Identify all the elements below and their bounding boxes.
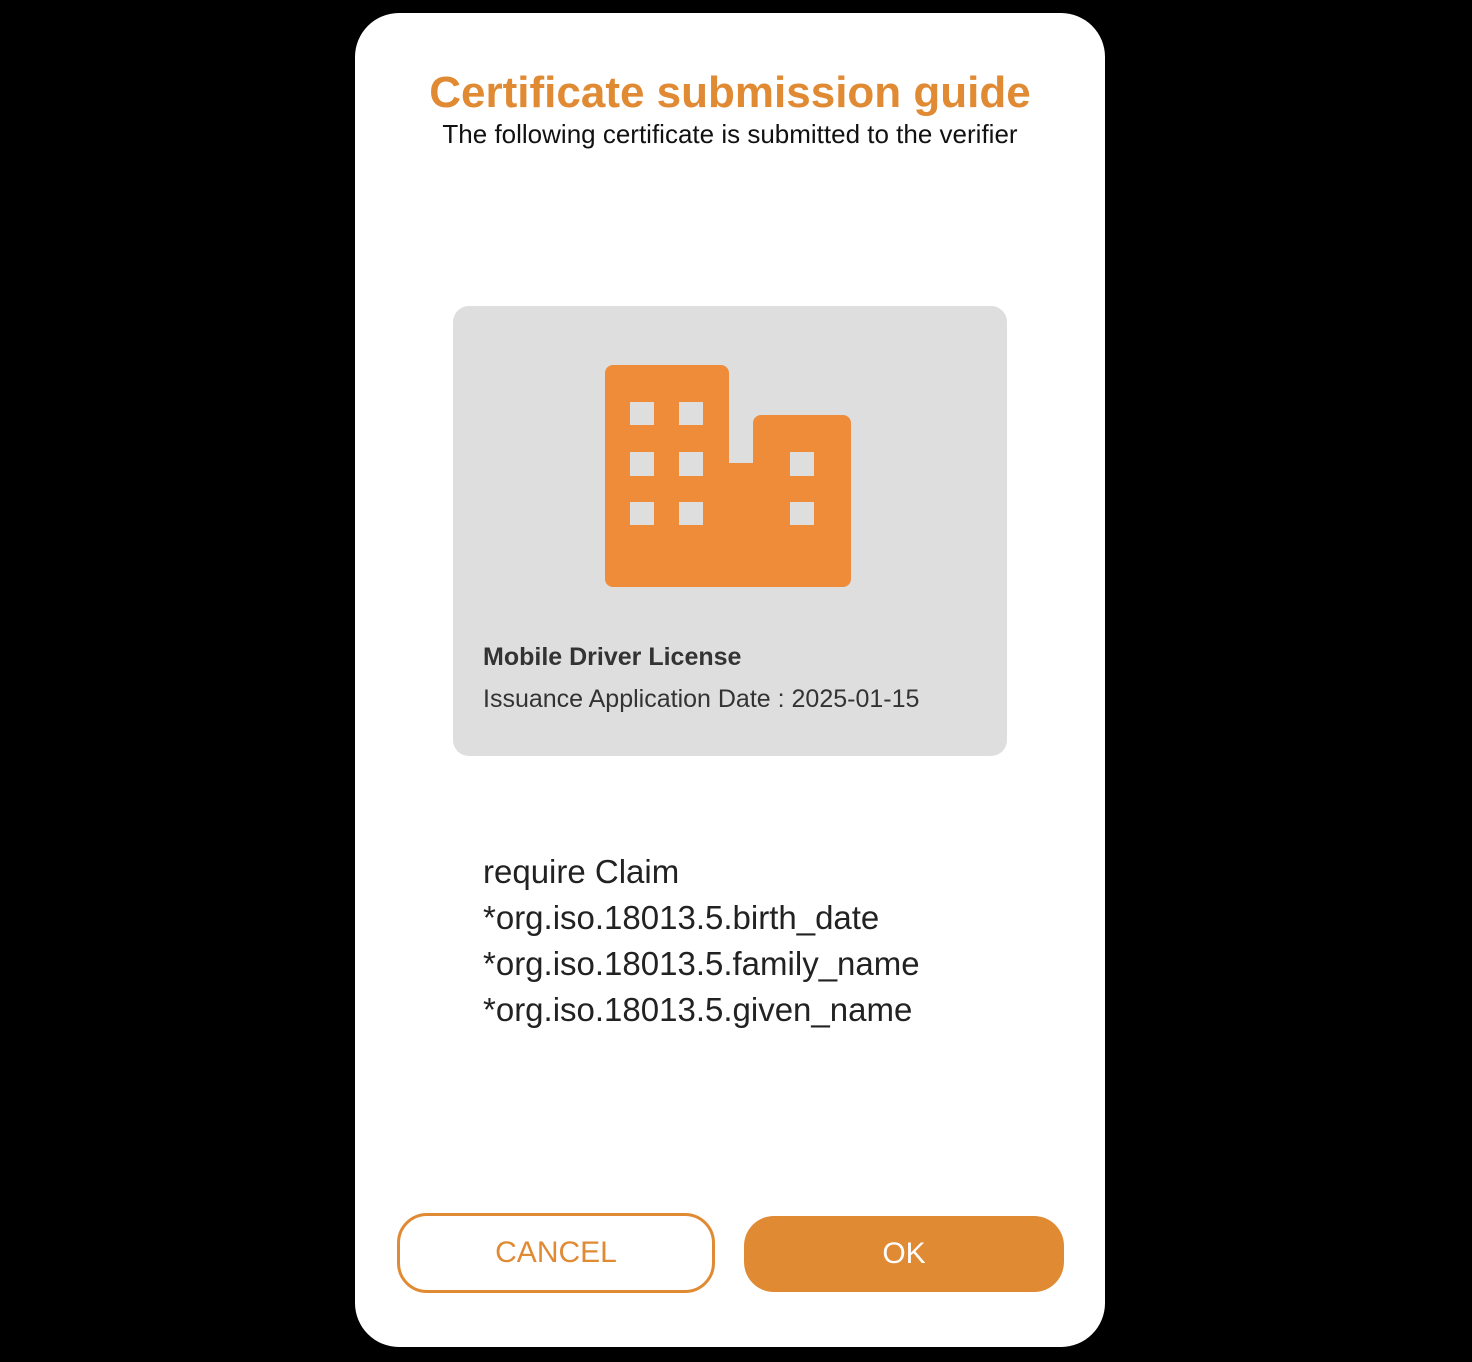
- cancel-button[interactable]: CANCEL: [397, 1213, 715, 1293]
- certificate-card: Mobile Driver License Issuance Applicati…: [453, 306, 1007, 756]
- issuance-date: Issuance Application Date : 2025-01-15: [483, 685, 920, 713]
- claim-item: *org.iso.18013.5.family_name: [483, 945, 920, 982]
- building-icon: [605, 365, 851, 587]
- claim-item: *org.iso.18013.5.given_name: [483, 991, 913, 1028]
- required-claims: require Claim *org.iso.18013.5.birth_dat…: [483, 849, 920, 1033]
- certificate-submission-dialog: Certificate submission guide The followi…: [355, 13, 1105, 1347]
- certificate-name: Mobile Driver License: [483, 643, 742, 671]
- ok-button[interactable]: OK: [744, 1216, 1064, 1292]
- dialog-subtitle: The following certificate is submitted t…: [442, 119, 1018, 149]
- claims-heading: require Claim: [483, 853, 680, 890]
- claim-item: *org.iso.18013.5.birth_date: [483, 899, 880, 936]
- dialog-title: Certificate submission guide: [429, 68, 1031, 117]
